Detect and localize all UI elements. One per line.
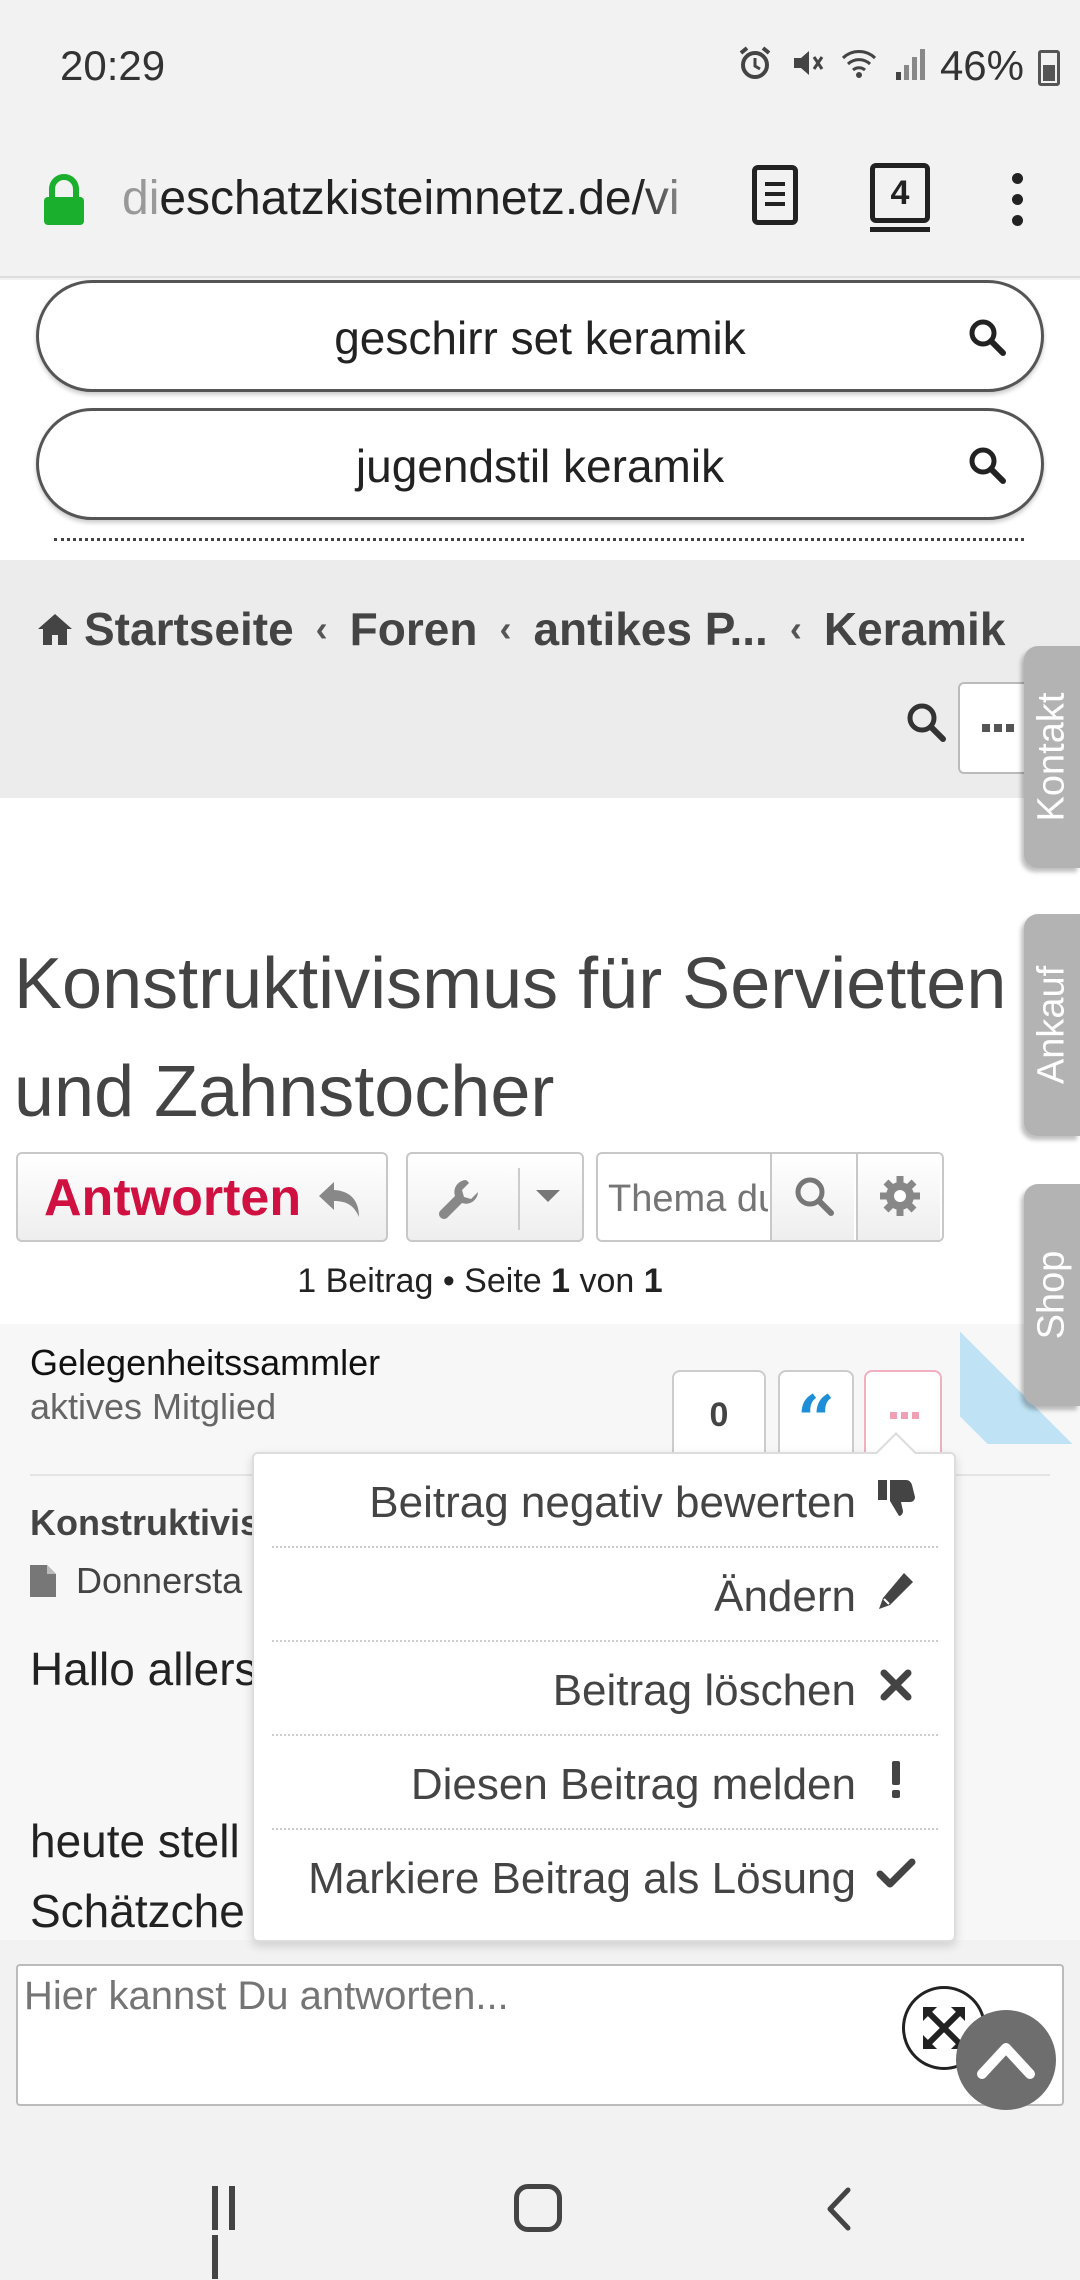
menu-item-negative-vote[interactable]: Beitrag negativ bewerten (272, 1454, 938, 1548)
status-bar: 20:29 46% (0, 0, 1080, 135)
browser-toolbar: dieschatzkisteimnetz.de/vi 4 (0, 135, 1080, 278)
topic-search-input[interactable] (608, 1174, 768, 1224)
chevron-up-icon (977, 2043, 1035, 2079)
menu-item-mark-solution[interactable]: Markiere Beitrag als Lösung (272, 1830, 938, 1924)
breadcrumb-foren[interactable]: Foren (350, 602, 478, 656)
suggested-search-2[interactable]: jugendstil keramik (36, 408, 1044, 520)
breadcrumb-separator: ‹ (315, 608, 328, 649)
file-icon (30, 1565, 56, 1597)
times-icon (880, 1669, 912, 1701)
post-subject[interactable]: Konstruktivis (30, 1502, 260, 1544)
battery-icon (1038, 50, 1060, 86)
reply-arrow-icon (319, 1182, 359, 1217)
pagination-info: 1 Beitrag • Seite 1 von 1 (297, 1262, 663, 1300)
status-icons (736, 44, 930, 82)
browser-menu-icon[interactable] (1010, 173, 1024, 233)
suggested-search-label: geschirr set keramik (334, 312, 746, 364)
url-dim-part: di (122, 172, 160, 225)
side-tab-contact[interactable]: Kontakt (1024, 646, 1080, 868)
post-actions-menu: Beitrag negativ bewerten Ändern Beitrag … (252, 1432, 956, 1942)
breadcrumb-antikes[interactable]: antikes P... (533, 602, 767, 656)
menu-item-delete[interactable]: Beitrag löschen (272, 1642, 938, 1736)
wrench-icon (439, 1180, 478, 1219)
page-title: Konstruktivismus für Servietten und Zahn… (14, 944, 1007, 1132)
chevron-down-icon (536, 1190, 560, 1202)
tab-switcher-button[interactable]: 4 (870, 163, 930, 232)
gear-icon (880, 1176, 920, 1216)
search-icon (969, 447, 1006, 484)
post-date: Donnersta (30, 1560, 242, 1602)
exclamation-icon (892, 1761, 900, 1798)
breadcrumb-separator: ‹ (789, 608, 802, 649)
alarm-icon (739, 46, 771, 79)
suggested-search-label: jugendstil keramik (355, 440, 725, 492)
side-tab-shop[interactable]: Shop (1024, 1184, 1080, 1406)
forum-search-icon[interactable] (904, 700, 948, 744)
topic-search-box (596, 1152, 944, 1242)
recents-button[interactable] (212, 2186, 258, 2279)
search-icon (969, 319, 1006, 356)
wifi-icon (841, 50, 877, 78)
address-bar[interactable]: dieschatzkisteimnetz.de/vi (122, 171, 712, 226)
advanced-search-button[interactable] (856, 1154, 940, 1240)
check-icon (876, 1858, 916, 1888)
topic-tools-button[interactable] (406, 1152, 584, 1242)
breadcrumb-startseite[interactable]: Startseite (84, 602, 294, 656)
reply-button-label: Antworten (44, 1169, 302, 1227)
lock-icon (44, 174, 84, 225)
vote-count-button[interactable]: 0 (672, 1370, 766, 1460)
clock: 20:29 (60, 42, 166, 89)
breadcrumb: Startseite ‹ Foren ‹ antikes P... ‹ Kera… (0, 560, 1080, 798)
reader-mode-icon[interactable] (752, 165, 798, 225)
signal-icon (896, 49, 925, 80)
menu-item-edit[interactable]: Ändern (272, 1548, 938, 1642)
mute-icon (794, 51, 824, 75)
reply-button[interactable]: Antworten (16, 1152, 388, 1242)
quote-button[interactable]: “ (778, 1370, 854, 1460)
post-text: heute stell (30, 1815, 240, 1867)
pencil-icon (879, 1573, 913, 1609)
divider (54, 538, 1024, 541)
post-author[interactable]: Gelegenheitssammler (30, 1342, 380, 1384)
thumbs-down-icon (878, 1480, 915, 1516)
suggested-search-1[interactable]: geschirr set keramik (36, 280, 1044, 392)
quick-reply-input[interactable] (24, 1974, 884, 2094)
back-button[interactable] (824, 2186, 854, 2232)
url-text: eschatzkisteimnetz.de/vi (159, 172, 680, 225)
battery-percentage: 46% (939, 42, 1024, 89)
breadcrumb-separator: ‹ (499, 608, 512, 649)
post-text: Schätzche (30, 1885, 245, 1937)
home-button[interactable] (514, 2184, 562, 2232)
post-author-rank: aktives Mitglied (30, 1386, 277, 1427)
side-tab-purchase[interactable]: Ankauf (1024, 914, 1080, 1136)
breadcrumb-keramik[interactable]: Keramik (824, 602, 1006, 656)
post-text: Hallo allers (30, 1643, 258, 1695)
scroll-to-top-button[interactable] (956, 2010, 1056, 2110)
topic-search-button[interactable] (770, 1154, 854, 1240)
menu-item-report[interactable]: Diesen Beitrag melden (272, 1736, 938, 1830)
android-nav-bar (0, 2140, 1080, 2280)
search-icon (795, 1177, 834, 1216)
home-icon (38, 614, 72, 645)
